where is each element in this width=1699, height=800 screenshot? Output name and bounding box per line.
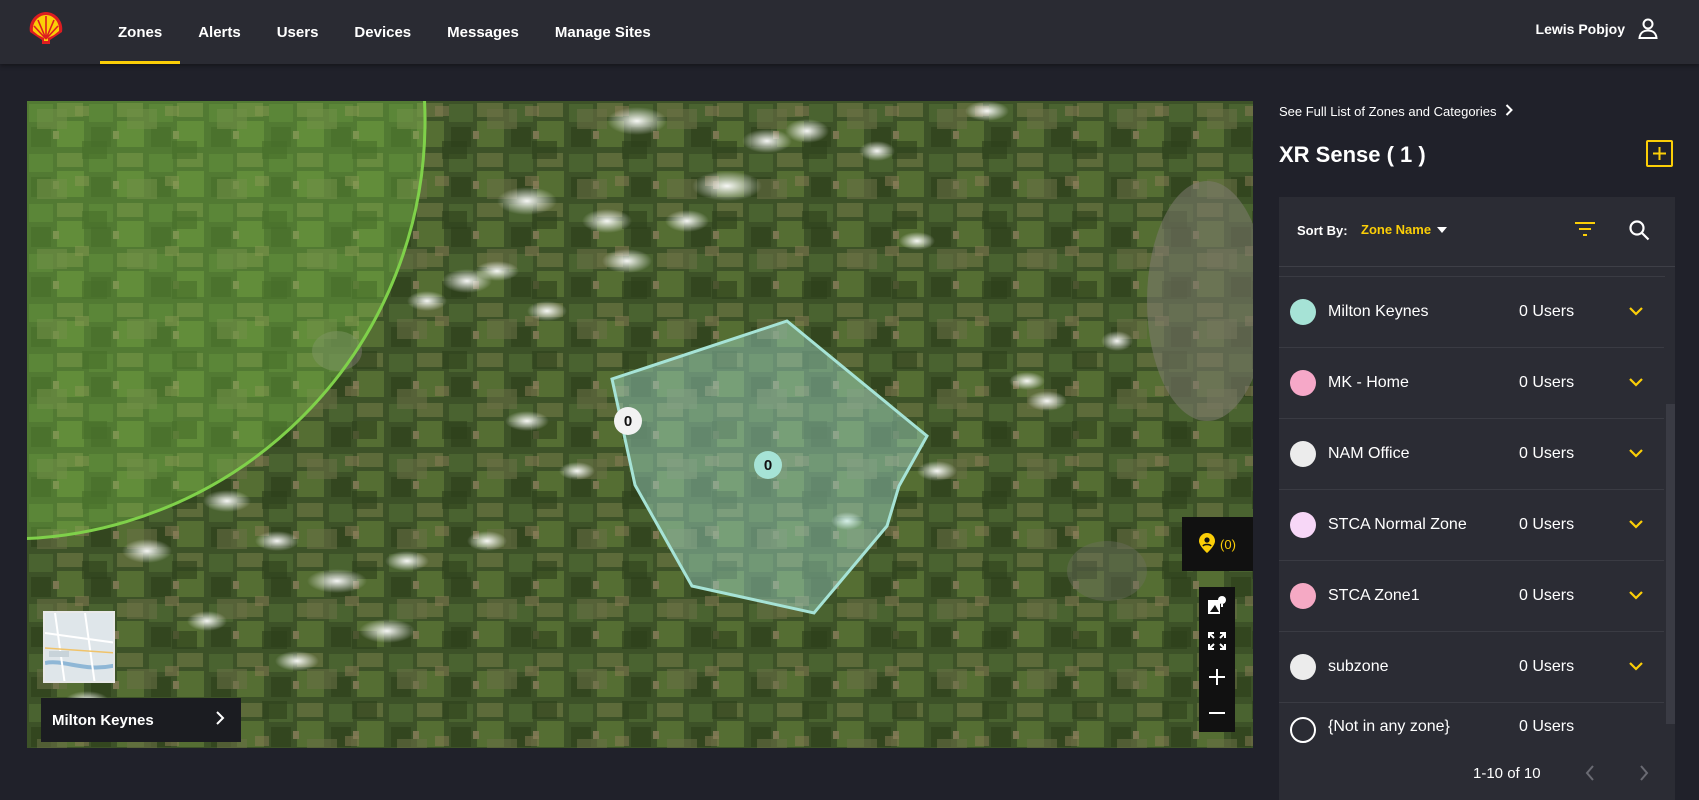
filter-icon[interactable] [1574, 220, 1596, 243]
chevron-down-icon[interactable] [1629, 303, 1643, 321]
zone-list: Milton Keynes 0 Users MK - Home 0 Users … [1279, 277, 1665, 744]
zone-row-not-in-any-zone[interactable]: {Not in any zone} 0 Users [1279, 703, 1665, 744]
layers-icon[interactable] [1199, 587, 1235, 623]
list-scrollbar[interactable] [1664, 277, 1675, 744]
chevron-down-icon[interactable] [1629, 587, 1643, 605]
zone-name: STCA Zone1 [1328, 587, 1420, 604]
chevron-down-icon[interactable] [1629, 658, 1643, 676]
nav-messages[interactable]: Messages [429, 0, 537, 64]
zone-name: {Not in any zone} [1328, 718, 1450, 735]
zone-color-dot [1290, 512, 1316, 538]
zone-row-mk-home[interactable]: MK - Home 0 Users [1279, 348, 1665, 419]
search-icon[interactable] [1628, 219, 1650, 246]
zoom-in-icon[interactable] [1199, 659, 1235, 695]
pin-count-button[interactable]: (0) [1182, 517, 1253, 571]
chevron-down-icon[interactable] [1629, 445, 1643, 463]
zone-color-dot [1290, 370, 1316, 396]
zone-color-dot [1290, 654, 1316, 680]
zone-users: 0 Users [1519, 303, 1575, 320]
cluster-marker-teal[interactable]: 0 [754, 451, 782, 479]
shell-logo[interactable] [26, 10, 66, 48]
nav-alerts[interactable]: Alerts [180, 0, 259, 64]
zone-color-dot [1290, 583, 1316, 609]
caret-down-icon [1437, 226, 1448, 233]
zone-users: 0 Users [1519, 658, 1575, 675]
zone-row-milton-keynes[interactable]: Milton Keynes 0 Users [1279, 277, 1665, 348]
zone-name: subzone [1328, 658, 1389, 675]
chevron-right-icon[interactable] [1639, 765, 1649, 786]
page-info: 1-10 of 10 [1473, 765, 1541, 782]
scrollbar-thumb[interactable] [1666, 404, 1675, 724]
list-item-partial [1279, 267, 1665, 277]
nav-manage-sites[interactable]: Manage Sites [537, 0, 669, 64]
zone-users: 0 Users [1519, 718, 1575, 735]
zone-row-stca-zone1[interactable]: STCA Zone1 0 Users [1279, 561, 1665, 632]
nav-zones[interactable]: Zones [100, 0, 181, 64]
zone-color-dot [1290, 441, 1316, 467]
panel-title: XR Sense ( 1 ) [1279, 142, 1426, 167]
chevron-down-icon[interactable] [1629, 516, 1643, 534]
zone-users: 0 Users [1519, 374, 1575, 391]
see-full-list-link[interactable]: See Full List of Zones and Categories [1279, 104, 1513, 119]
main-nav: Zones Alerts Users Devices Messages Mana… [100, 0, 669, 64]
user-name: Lewis Pobjoy [1535, 21, 1625, 37]
add-zone-button[interactable] [1646, 140, 1673, 167]
chevron-down-icon[interactable] [1629, 374, 1643, 392]
zone-name: NAM Office [1328, 445, 1410, 462]
map-view[interactable]: 0 0 (0) Milton Keynes [27, 101, 1253, 748]
sort-label: Sort By: [1297, 223, 1348, 238]
zoom-out-icon[interactable] [1199, 695, 1235, 731]
zone-users: 0 Users [1519, 445, 1575, 462]
chevron-right-icon [215, 711, 225, 729]
chevron-left-icon[interactable] [1585, 765, 1595, 786]
zone-color-dot [1290, 299, 1316, 325]
top-navigation-bar: Zones Alerts Users Devices Messages Mana… [0, 0, 1699, 64]
sort-bar: Sort By: Zone Name [1279, 197, 1675, 267]
nav-devices[interactable]: Devices [336, 0, 429, 64]
zone-users: 0 Users [1519, 587, 1575, 604]
minimap-thumbnail[interactable] [43, 611, 115, 683]
pagination: 1-10 of 10 [1279, 745, 1675, 800]
map-controls [1199, 587, 1235, 732]
nav-users[interactable]: Users [259, 0, 337, 64]
current-zone-name: Milton Keynes [52, 711, 154, 729]
cluster-marker-white[interactable]: 0 [614, 407, 642, 435]
zone-name: STCA Normal Zone [1328, 516, 1467, 533]
current-zone-card[interactable]: Milton Keynes [41, 698, 241, 742]
zone-row-stca-normal-zone[interactable]: STCA Normal Zone 0 Users [1279, 490, 1665, 561]
zone-row-subzone[interactable]: subzone 0 Users [1279, 632, 1665, 703]
person-icon[interactable] [1637, 17, 1659, 42]
zone-list-card: Sort By: Zone Name Milton Keynes 0 Users [1279, 197, 1675, 800]
zone-row-nam-office[interactable]: NAM Office 0 Users [1279, 419, 1665, 490]
zone-color-dot [1290, 717, 1316, 743]
user-menu[interactable]: Lewis Pobjoy [1536, 0, 1659, 58]
chevron-right-icon [1505, 104, 1513, 119]
pin-count-label: (0) [1220, 536, 1236, 552]
zone-users: 0 Users [1519, 516, 1575, 533]
fullscreen-icon[interactable] [1199, 623, 1235, 659]
zone-name: MK - Home [1328, 374, 1409, 391]
sort-dropdown[interactable]: Zone Name [1361, 222, 1448, 237]
location-pin-icon [1199, 532, 1216, 556]
zone-name: Milton Keynes [1328, 303, 1429, 320]
zones-panel: See Full List of Zones and Categories XR… [1279, 96, 1675, 800]
